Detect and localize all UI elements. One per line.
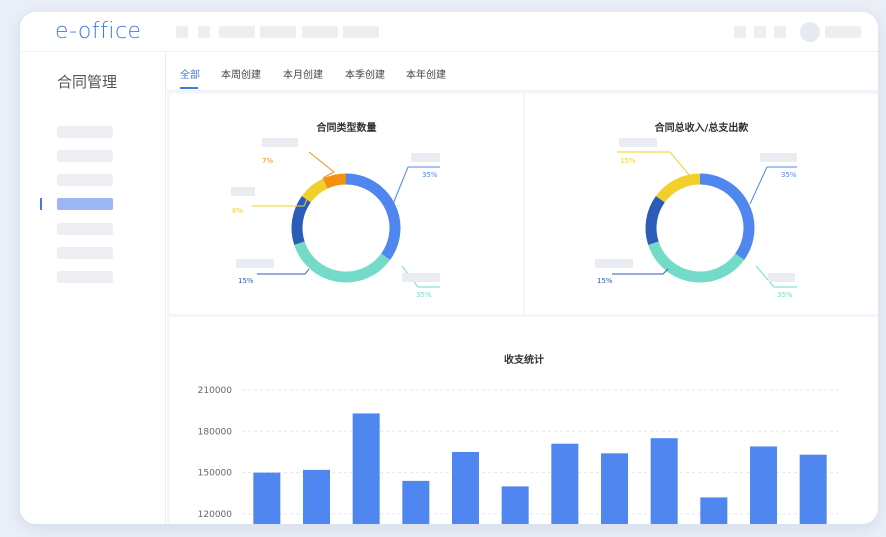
slice-label-7: 7%	[262, 157, 274, 165]
bar[interactable]	[650, 438, 678, 524]
bar[interactable]	[501, 486, 529, 524]
tab-all[interactable]: 全部	[180, 66, 200, 81]
bar[interactable]	[601, 453, 628, 524]
nav-placeholder-item[interactable]	[219, 26, 255, 38]
avatar[interactable]	[800, 22, 820, 42]
username-placeholder[interactable]	[825, 26, 861, 38]
y-tick-label: 150000	[198, 469, 233, 479]
tab-this-quarter[interactable]: 本季创建	[345, 66, 385, 81]
income-expense-panel: 合同总收入/总支出款 15% 15% 35% 35%	[525, 94, 878, 314]
legend-label-placeholder	[760, 153, 797, 162]
bar[interactable]	[700, 497, 728, 524]
contract-type-panel: 合同类型数量 7% 8% 15% 35% 35%	[170, 94, 523, 314]
donut-slice-3[interactable]	[655, 173, 701, 203]
y-tick-label: 210000	[198, 386, 233, 396]
sidebar-item[interactable]	[57, 223, 113, 235]
bar[interactable]	[253, 472, 281, 524]
top-bar: e-office	[20, 12, 878, 52]
nav-placeholder-icon[interactable]	[198, 26, 210, 38]
tab-active-underline	[180, 87, 198, 89]
toolbar-placeholder-icon[interactable]	[734, 26, 746, 38]
sidebar-item[interactable]	[57, 271, 113, 283]
tab-this-month[interactable]: 本月创建	[283, 66, 323, 81]
sidebar-item[interactable]	[57, 247, 113, 259]
bar-chart: 21000018000015000012000090000	[198, 386, 838, 524]
y-tick-label: 120000	[198, 510, 233, 520]
donut-slice-1[interactable]	[294, 241, 391, 283]
sidebar-item-active[interactable]	[57, 198, 113, 210]
nav-placeholder-icon[interactable]	[176, 26, 188, 38]
sidebar-item[interactable]	[57, 150, 113, 162]
sidebar-active-indicator	[40, 198, 42, 210]
contract-type-donut	[252, 151, 440, 288]
donut-slice-0[interactable]	[699, 173, 755, 261]
bar[interactable]	[452, 451, 479, 524]
legend-label-placeholder	[619, 138, 657, 147]
slice-label-35b: 35%	[777, 291, 793, 299]
nav-placeholder-item[interactable]	[260, 26, 296, 38]
slice-label-35a: 35%	[422, 171, 438, 179]
bar[interactable]	[352, 413, 380, 524]
bar[interactable]	[402, 480, 430, 524]
app-logo[interactable]: e-office	[55, 19, 142, 44]
y-tick-label: 180000	[198, 427, 233, 437]
tab-this-week[interactable]: 本周创建	[221, 66, 261, 81]
legend-label-placeholder	[768, 273, 795, 282]
main-content: 全部 本周创建 本月创建 本季创建 本年创建 合同类型数量 7% 8% 15% …	[167, 53, 878, 524]
donut-slice-0[interactable]	[345, 173, 401, 261]
bar[interactable]	[551, 443, 579, 524]
donut-slice-2[interactable]	[645, 195, 665, 245]
sidebar-item[interactable]	[57, 174, 113, 186]
tab-bar: 全部 本周创建 本月创建 本季创建 本年创建	[167, 53, 878, 91]
bar[interactable]	[799, 454, 827, 524]
donut-slice-3[interactable]	[301, 178, 328, 203]
bar[interactable]	[750, 446, 777, 524]
legend-label-placeholder	[402, 273, 440, 282]
donut-slice-4[interactable]	[322, 173, 347, 189]
legend-label-placeholder	[595, 259, 633, 268]
bar[interactable]	[303, 469, 330, 524]
slice-label-35a: 35%	[781, 171, 797, 179]
sidebar-item[interactable]	[57, 126, 113, 138]
slice-label-35b: 35%	[416, 291, 432, 299]
nav-placeholder-item[interactable]	[302, 26, 338, 38]
app-window: e-office 合同管理 全部 本周创建 本月创建 本季创建 本年创建 合同类…	[20, 12, 878, 524]
nav-placeholder-item[interactable]	[343, 26, 379, 38]
toolbar-placeholder-icon[interactable]	[754, 26, 766, 38]
legend-label-placeholder	[231, 187, 255, 196]
slice-label-15b: 15%	[597, 277, 613, 285]
income-expense-stats-panel: 收支统计 21000018000015000012000090000	[170, 317, 878, 524]
legend-label-placeholder	[236, 259, 274, 268]
slice-label-8: 8%	[232, 207, 244, 215]
sidebar: 合同管理	[20, 53, 166, 524]
donut-slice-1[interactable]	[648, 241, 745, 283]
toolbar-placeholder-icon[interactable]	[774, 26, 786, 38]
sidebar-title: 合同管理	[57, 73, 118, 91]
slice-label-15a: 15%	[620, 157, 636, 165]
legend-label-placeholder	[262, 138, 298, 147]
legend-label-placeholder	[411, 153, 440, 162]
income-expense-donut	[612, 151, 797, 288]
tab-this-year[interactable]: 本年创建	[406, 66, 446, 81]
slice-label-15: 15%	[238, 277, 254, 285]
